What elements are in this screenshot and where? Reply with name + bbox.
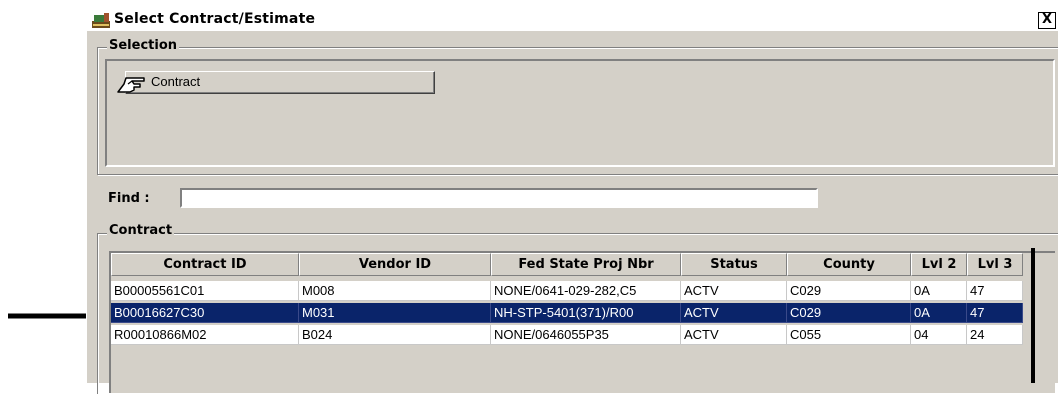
- cell-status: ACTV: [681, 281, 787, 301]
- column-header-status[interactable]: Status: [681, 253, 787, 276]
- cell-vendor-id: M031: [299, 303, 491, 323]
- contract-group-label: Contract: [107, 223, 175, 238]
- column-header-county[interactable]: County: [787, 253, 911, 276]
- find-input[interactable]: [180, 188, 818, 208]
- cell-lvl-2: 04: [911, 325, 967, 345]
- app-icon: [92, 13, 110, 28]
- find-label: Find :: [108, 191, 150, 206]
- cell-vendor-id: M008: [299, 281, 491, 301]
- contract-option-label: Contract: [151, 74, 201, 89]
- cell-status: ACTV: [681, 325, 787, 345]
- contract-table[interactable]: Contract ID Vendor ID Fed State Proj Nbr…: [109, 251, 1055, 393]
- cell-contract-id: B00016627C30: [111, 303, 299, 323]
- cell-county: C055: [787, 325, 911, 345]
- contract-option-button[interactable]: Contract: [117, 71, 435, 94]
- cell-lvl-2: 0A: [911, 281, 967, 301]
- cell-vendor-id: B024: [299, 325, 491, 345]
- column-header-contract-id[interactable]: Contract ID: [111, 253, 299, 276]
- table-header: Contract ID Vendor ID Fed State Proj Nbr…: [111, 253, 1023, 276]
- title-bar: Select Contract/Estimate X: [87, 9, 1058, 31]
- table-row[interactable]: B00005561C01 M008 NONE/0641-029-282,C5 A…: [111, 281, 1023, 302]
- table-row[interactable]: R00010866M02 B024 NONE/0646055P35 ACTV C…: [111, 325, 1023, 346]
- column-header-fed-state-proj-nbr[interactable]: Fed State Proj Nbr: [491, 253, 681, 276]
- select-contract-dialog: Select Contract/Estimate X Selection Con…: [86, 8, 1058, 394]
- cell-lvl-2: 0A: [911, 303, 967, 323]
- pointing-hand-icon: [117, 77, 145, 93]
- window-title: Select Contract/Estimate: [114, 11, 316, 27]
- cell-status: ACTV: [681, 303, 787, 323]
- cell-contract-id: R00010866M02: [111, 325, 299, 345]
- close-button[interactable]: X: [1038, 12, 1056, 29]
- column-header-lvl-2[interactable]: Lvl 2: [911, 253, 967, 276]
- table-row-selected[interactable]: B00016627C30 M031 NH-STP-5401(371)/R00 A…: [111, 303, 1023, 324]
- cell-county: C029: [787, 281, 911, 301]
- cell-lvl-3: 24: [967, 325, 1023, 345]
- cell-fed-state-proj-nbr: NH-STP-5401(371)/R00: [491, 303, 681, 323]
- cell-county: C029: [787, 303, 911, 323]
- cell-fed-state-proj-nbr: NONE/0641-029-282,C5: [491, 281, 681, 301]
- cell-lvl-3: 47: [967, 303, 1023, 323]
- column-header-vendor-id[interactable]: Vendor ID: [299, 253, 491, 276]
- scroll-edge-bar: [1031, 248, 1035, 383]
- cell-lvl-3: 47: [967, 281, 1023, 301]
- selection-group-label: Selection: [107, 38, 180, 53]
- cell-fed-state-proj-nbr: NONE/0646055P35: [491, 325, 681, 345]
- column-header-lvl-3[interactable]: Lvl 3: [967, 253, 1023, 276]
- cell-contract-id: B00005561C01: [111, 281, 299, 301]
